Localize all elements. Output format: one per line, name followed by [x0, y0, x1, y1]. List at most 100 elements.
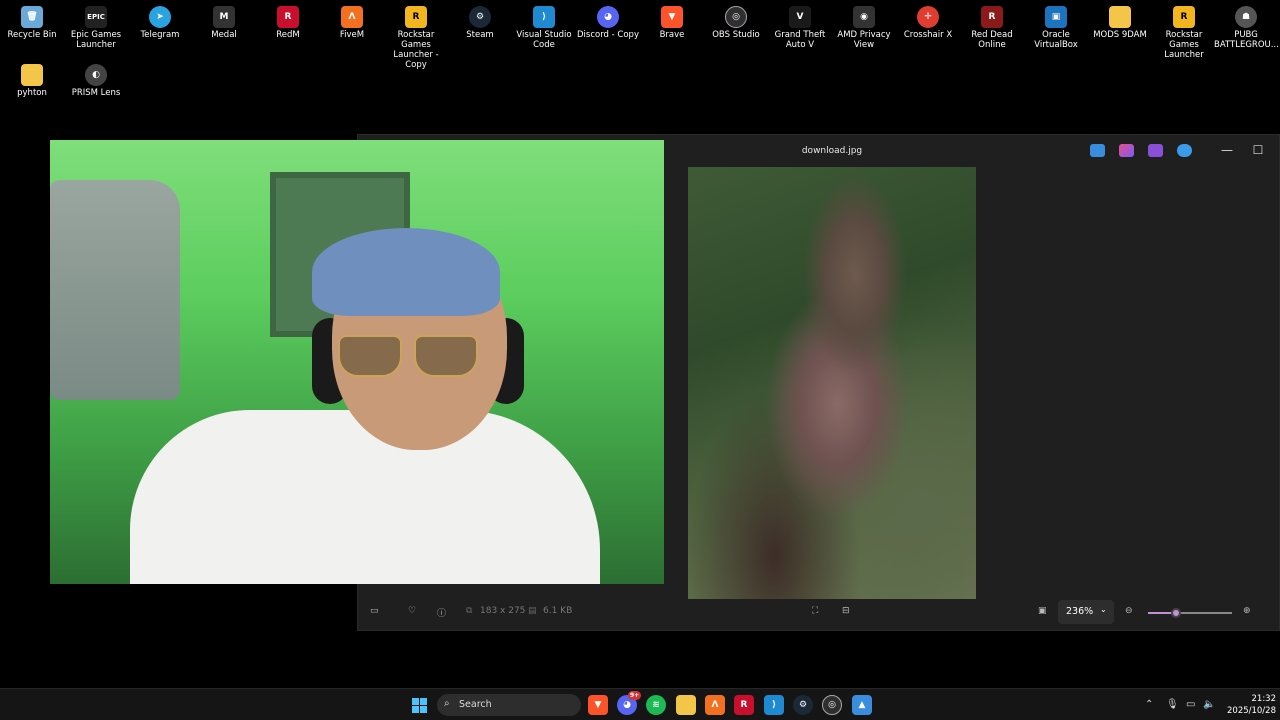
network-icon[interactable]: ▭ [1186, 699, 1195, 710]
dimensions-icon: ⧉ [466, 606, 473, 616]
recycle-bin-icon: 🗑 [21, 6, 43, 28]
desktop-icon-rockstar[interactable]: R Rockstar Games Launcher [1152, 2, 1216, 60]
vscode-icon: ⟩ [771, 700, 777, 710]
start-button[interactable] [409, 695, 429, 715]
image-dimensions: 183 x 275 [480, 606, 526, 616]
discord-icon: ◕ [597, 6, 619, 28]
zoom-out-icon[interactable]: ⊖ [1125, 606, 1133, 616]
folder-icon [21, 64, 43, 86]
favorite-icon[interactable]: ♡ [408, 606, 416, 616]
taskbar-redm[interactable]: R [734, 695, 754, 715]
discord-icon: ◕ [623, 700, 631, 710]
desktop-icon-redm[interactable]: R RedM [256, 2, 320, 40]
gta-icon: V [789, 6, 811, 28]
desktop-icon-recycle-bin[interactable]: 🗑 Recycle Bin [0, 2, 64, 40]
clock-date: 2025/10/28 [1227, 706, 1276, 716]
photos-bottom-bar: ▭ ♡ ⓘ ⧉ 183 x 275 ▤ 6.1 KB ⛶ ⊟ ▣ 236% ⌄ … [358, 596, 1279, 630]
windows-icon [411, 697, 427, 713]
system-clock[interactable]: 21:32 2025/10/28 [1222, 693, 1276, 717]
file-size-icon: ▤ [528, 606, 537, 616]
redm-icon: R [277, 6, 299, 28]
fivem-icon: Λ [341, 6, 363, 28]
vscode-icon: ⟩ [533, 6, 555, 28]
desktop-icon-brave[interactable]: ▼ Brave [640, 2, 704, 40]
desktop-icon-rockstar-copy[interactable]: R Rockstar Games Launcher - Copy [384, 2, 448, 70]
webcam-sunglasses [338, 335, 482, 379]
taskbar-discord[interactable]: ◕ 9+ [617, 691, 642, 715]
chevron-down-icon: ⌄ [1100, 605, 1107, 614]
crosshair-icon: ✛ [917, 6, 939, 28]
epic-games-icon: EPIC [85, 6, 107, 28]
desktop-icon-prism-lens[interactable]: ◐ PRISM Lens [64, 60, 128, 98]
rockstar-icon: R [1173, 6, 1195, 28]
steam-icon: ⚙ [798, 700, 808, 710]
desktop-icon-gta-v[interactable]: V Grand Theft Auto V [768, 2, 832, 50]
desktop-icon-discord-copy[interactable]: ◕ Discord - Copy [576, 2, 640, 40]
chevron-up-icon[interactable]: ⌃ [1145, 699, 1153, 710]
edit-icon[interactable] [1090, 144, 1105, 157]
search-placeholder: Search [459, 699, 492, 710]
taskbar: ⌕ Search ▼ ◕ 9+ ≋ Λ R ⟩ ⚙ ◎ ▲ ⌃ 🎙 ▭ 🔈 21… [0, 688, 1280, 720]
desktop-icon-fivem[interactable]: Λ FiveM [320, 2, 384, 40]
taskbar-photos[interactable]: ▲ [852, 695, 872, 715]
taskbar-spotify[interactable]: ≋ [646, 695, 666, 715]
maximize-button[interactable]: ☐ [1248, 143, 1268, 157]
title-toolbar [1090, 144, 1192, 157]
notification-badge: 9+ [628, 691, 642, 700]
zoom-level: 236% [1066, 606, 1094, 617]
webcam-overlay [50, 140, 664, 584]
desktop-icon-medal[interactable]: M Medal [192, 2, 256, 40]
desktop-icon-mods-9dam[interactable]: MODS 9DAM [1088, 2, 1152, 40]
info-icon[interactable]: ⓘ [437, 606, 446, 619]
webcam-person-body [130, 410, 600, 584]
search-icon: ⌕ [444, 698, 450, 709]
desktop-icon-pyhton[interactable]: pyhton [0, 60, 64, 98]
taskbar-steam[interactable]: ⚙ [793, 695, 813, 715]
clipchamp-icon[interactable] [1148, 144, 1163, 157]
microphone-icon[interactable]: 🎙 [1166, 699, 1179, 710]
obs-icon: ◎ [828, 700, 836, 710]
zoom-slider-thumb[interactable] [1170, 608, 1181, 618]
zoom-in-icon[interactable]: ⊕ [1243, 606, 1251, 616]
desktop-icon-steam[interactable]: ⚙ Steam [448, 2, 512, 40]
telegram-icon: ➤ [149, 6, 171, 28]
obs-icon: ◎ [725, 6, 747, 28]
text-recognition-icon[interactable]: ⊟ [842, 606, 850, 616]
desktop-icon-epic-games[interactable]: EPIC Epic Games Launcher [64, 2, 128, 50]
clock-time: 21:32 [1251, 694, 1277, 704]
pubg-icon: ☗ [1235, 6, 1257, 28]
taskbar-obs[interactable]: ◎ [822, 695, 842, 715]
steam-icon: ⚙ [469, 6, 491, 28]
virtualbox-icon: ▣ [1045, 6, 1067, 28]
designer-icon[interactable] [1119, 144, 1134, 157]
taskbar-brave[interactable]: ▼ [588, 695, 608, 715]
desktop-icon-vscode[interactable]: ⟩ Visual Studio Code [512, 2, 576, 50]
volume-icon[interactable]: 🔈 [1203, 699, 1215, 710]
desktop-icon-telegram[interactable]: ➤ Telegram [128, 2, 192, 40]
desktop-icon-red-dead-online[interactable]: R Red Dead Online [960, 2, 1024, 50]
fivem-icon: Λ [711, 700, 719, 710]
fit-to-window-icon[interactable]: ▣ [1038, 606, 1047, 616]
visual-search-icon[interactable]: ⛶ [812, 606, 818, 616]
webcam-cap [312, 228, 500, 316]
zoom-slider[interactable] [1148, 608, 1232, 618]
taskbar-fivem[interactable]: Λ [705, 695, 725, 715]
taskbar-search[interactable]: ⌕ Search [437, 694, 581, 716]
desktop-icon-pubg[interactable]: ☗ PUBG BATTLEGROU... [1214, 2, 1279, 50]
brave-icon: ▼ [594, 700, 602, 710]
amd-icon: ◉ [853, 6, 875, 28]
filmstrip-icon[interactable]: ▭ [370, 606, 379, 616]
photos-icon: ▲ [858, 700, 866, 710]
desktop-icon-virtualbox[interactable]: ▣ Oracle VirtualBox [1024, 2, 1088, 50]
zoom-dropdown[interactable]: 236% ⌄ [1058, 600, 1114, 624]
onedrive-icon[interactable] [1177, 144, 1192, 157]
taskbar-file-explorer[interactable] [676, 695, 696, 715]
displayed-image[interactable] [688, 167, 976, 599]
desktop-icon-crosshair-x[interactable]: ✛ Crosshair X [896, 2, 960, 40]
desktop-icon-obs[interactable]: ◎ OBS Studio [704, 2, 768, 40]
redm-icon: R [740, 700, 748, 710]
webcam-jacket [50, 180, 180, 400]
minimize-button[interactable]: — [1217, 143, 1237, 157]
taskbar-vscode[interactable]: ⟩ [764, 695, 784, 715]
desktop-icon-amd-privacy-view[interactable]: ◉ AMD Privacy View [832, 2, 896, 50]
